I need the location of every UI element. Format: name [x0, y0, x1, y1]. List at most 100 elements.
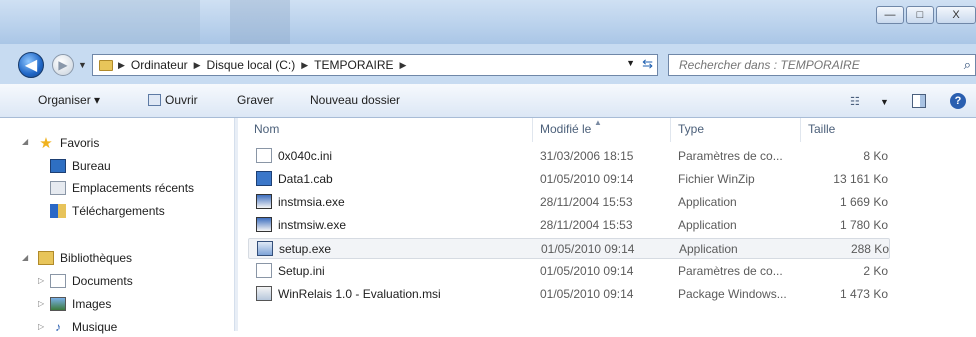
file-row[interactable]: instmsiw.exe 28/11/2004 15:53 Application 1… — [248, 215, 890, 236]
recent-pages-dropdown[interactable]: ▼ — [78, 60, 87, 70]
column-header-type[interactable]: Type — [678, 122, 704, 136]
sidebar-item-label: Bureau — [72, 159, 111, 173]
desktop-icon — [50, 159, 66, 173]
libraries-icon — [38, 251, 54, 265]
search-icon[interactable]: ⌕ — [964, 57, 971, 73]
help-icon[interactable]: ? — [950, 93, 966, 109]
breadcrumb-computer[interactable]: Ordinateur — [131, 58, 188, 72]
file-name: instmsiw.exe — [278, 218, 347, 232]
file-size: 288 Ko — [850, 242, 889, 256]
search-box[interactable]: ⌕ — [668, 54, 976, 76]
back-button[interactable]: ◀ — [18, 52, 44, 78]
address-row: ◀ ▶ ▼ ▶ Ordinateur ▶ Disque local (C:) ▶… — [0, 44, 976, 84]
column-header-size[interactable]: Taille — [808, 122, 835, 136]
address-dropdown[interactable]: ▼ — [626, 58, 635, 68]
sidebar-item-label: Musique — [72, 320, 118, 334]
file-name: instmsia.exe — [278, 195, 345, 209]
background-blur — [230, 0, 290, 44]
file-name: WinRelais 1.0 - Evaluation.msi — [278, 287, 441, 301]
chevron-right-icon[interactable]: ▶ — [400, 60, 407, 71]
file-size: 1 669 Ko — [839, 195, 888, 209]
file-modified: 31/03/2006 18:15 — [540, 149, 634, 163]
msi-file-icon — [256, 286, 272, 301]
file-row[interactable]: instmsia.exe 28/11/2004 15:53 Application 1… — [248, 192, 890, 213]
new-folder-button[interactable]: Nouveau dossier — [310, 93, 400, 107]
column-divider[interactable] — [532, 118, 533, 142]
window-title-bar: — □ X — [0, 0, 976, 44]
maximize-button[interactable]: □ — [906, 6, 934, 24]
forward-button[interactable]: ▶ — [52, 54, 74, 76]
minimize-button[interactable]: — — [876, 6, 904, 24]
chevron-right-icon[interactable]: ▶ — [194, 60, 201, 71]
file-type: Fichier WinZip — [678, 172, 755, 186]
collapse-arrow-icon[interactable]: ◢ — [22, 137, 28, 146]
file-size: 1 780 Ko — [839, 218, 888, 232]
sidebar-item-recent-places[interactable]: Emplacements récents — [50, 178, 194, 198]
file-row[interactable]: Setup.ini 01/05/2010 09:14 Paramètres de c… — [248, 261, 890, 282]
sidebar-item-libraries[interactable]: Bibliothèques — [38, 248, 132, 268]
refresh-icon[interactable]: ⇆ — [642, 56, 653, 72]
column-divider[interactable] — [800, 118, 801, 142]
burn-button[interactable]: Graver — [237, 93, 274, 107]
ini-file-icon — [256, 263, 272, 278]
file-type: Application — [679, 242, 738, 256]
file-modified: 01/05/2010 09:14 — [541, 242, 635, 256]
sidebar-item-downloads[interactable]: Téléchargements — [50, 201, 165, 221]
file-modified: 01/05/2010 09:14 — [540, 172, 634, 186]
sidebar-item-label: Emplacements récents — [72, 181, 195, 195]
open-label: Ouvrir — [165, 93, 198, 107]
file-modified: 28/11/2004 15:53 — [540, 218, 633, 232]
view-dropdown-icon[interactable]: ▼ — [880, 97, 889, 107]
file-name: setup.exe — [279, 242, 332, 256]
file-row[interactable]: setup.exe 01/05/2010 09:14 Application 288 … — [248, 238, 890, 259]
file-name: 0x040c.ini — [278, 149, 333, 163]
background-blur — [60, 0, 200, 44]
column-divider[interactable] — [670, 118, 671, 142]
chevron-right-icon[interactable]: ▶ — [301, 60, 308, 71]
file-row[interactable]: 0x040c.ini 31/03/2006 18:15 Paramètres de … — [248, 146, 890, 167]
music-icon: ♪ — [55, 320, 61, 334]
setup-exe-icon — [257, 241, 273, 256]
sort-ascending-icon: ▲ — [594, 118, 602, 127]
file-modified: 01/05/2010 09:14 — [540, 287, 634, 301]
file-row[interactable]: WinRelais 1.0 - Evaluation.msi 01/05/2010… — [248, 284, 890, 305]
collapse-arrow-icon[interactable]: ◢ — [22, 253, 28, 262]
sidebar-item-documents[interactable]: Documents — [50, 271, 133, 291]
view-options-icon[interactable]: ☷ — [850, 95, 860, 108]
file-size: 13 161 Ko — [833, 172, 888, 186]
organize-button[interactable]: Organiser ▾ — [38, 93, 100, 107]
file-list: ▲ Nom Modifié le Type Taille 0x040c.ini 3… — [238, 118, 976, 331]
open-button[interactable]: Ouvrir — [148, 93, 198, 107]
sidebar-item-desktop[interactable]: Bureau — [50, 156, 111, 176]
expand-arrow-icon[interactable]: ▷ — [38, 276, 44, 285]
close-button[interactable]: X — [936, 6, 976, 24]
breadcrumb-temporaire[interactable]: TEMPORAIRE — [314, 58, 393, 72]
arrow-left-icon: ◀ — [24, 57, 38, 74]
sidebar-item-label: Favoris — [60, 136, 100, 150]
window-controls: — □ X — [874, 6, 976, 24]
star-icon: ★ — [39, 135, 53, 152]
file-type: Package Windows... — [678, 287, 787, 301]
file-row[interactable]: Data1.cab 01/05/2010 09:14 Fichier WinZip 1… — [248, 169, 890, 190]
documents-icon — [50, 274, 66, 288]
file-type: Paramètres de co... — [678, 264, 783, 278]
address-bar[interactable]: ▶ Ordinateur ▶ Disque local (C:) ▶ TEMPO… — [92, 54, 658, 76]
arrow-right-icon: ▶ — [58, 58, 68, 72]
preview-pane-icon[interactable] — [912, 94, 926, 108]
sidebar-item-label: Téléchargements — [72, 204, 165, 218]
expand-arrow-icon[interactable]: ▷ — [38, 322, 44, 331]
ini-file-icon — [256, 148, 272, 163]
column-header-name[interactable]: Nom — [254, 122, 279, 136]
column-header-modified[interactable]: Modifié le — [540, 122, 591, 136]
search-input[interactable] — [677, 57, 961, 73]
exe-file-icon — [256, 217, 272, 232]
sidebar-item-music[interactable]: ♪ Musique — [50, 317, 117, 337]
file-type: Application — [678, 218, 737, 232]
chevron-right-icon[interactable]: ▶ — [118, 60, 125, 71]
breadcrumb-local-disk[interactable]: Disque local (C:) — [207, 58, 296, 72]
expand-arrow-icon[interactable]: ▷ — [38, 299, 44, 308]
sidebar-item-label: Documents — [72, 274, 133, 288]
images-icon — [50, 297, 66, 311]
sidebar-item-images[interactable]: Images — [50, 294, 111, 314]
sidebar-item-favorites[interactable]: ★ Favoris — [38, 133, 99, 153]
